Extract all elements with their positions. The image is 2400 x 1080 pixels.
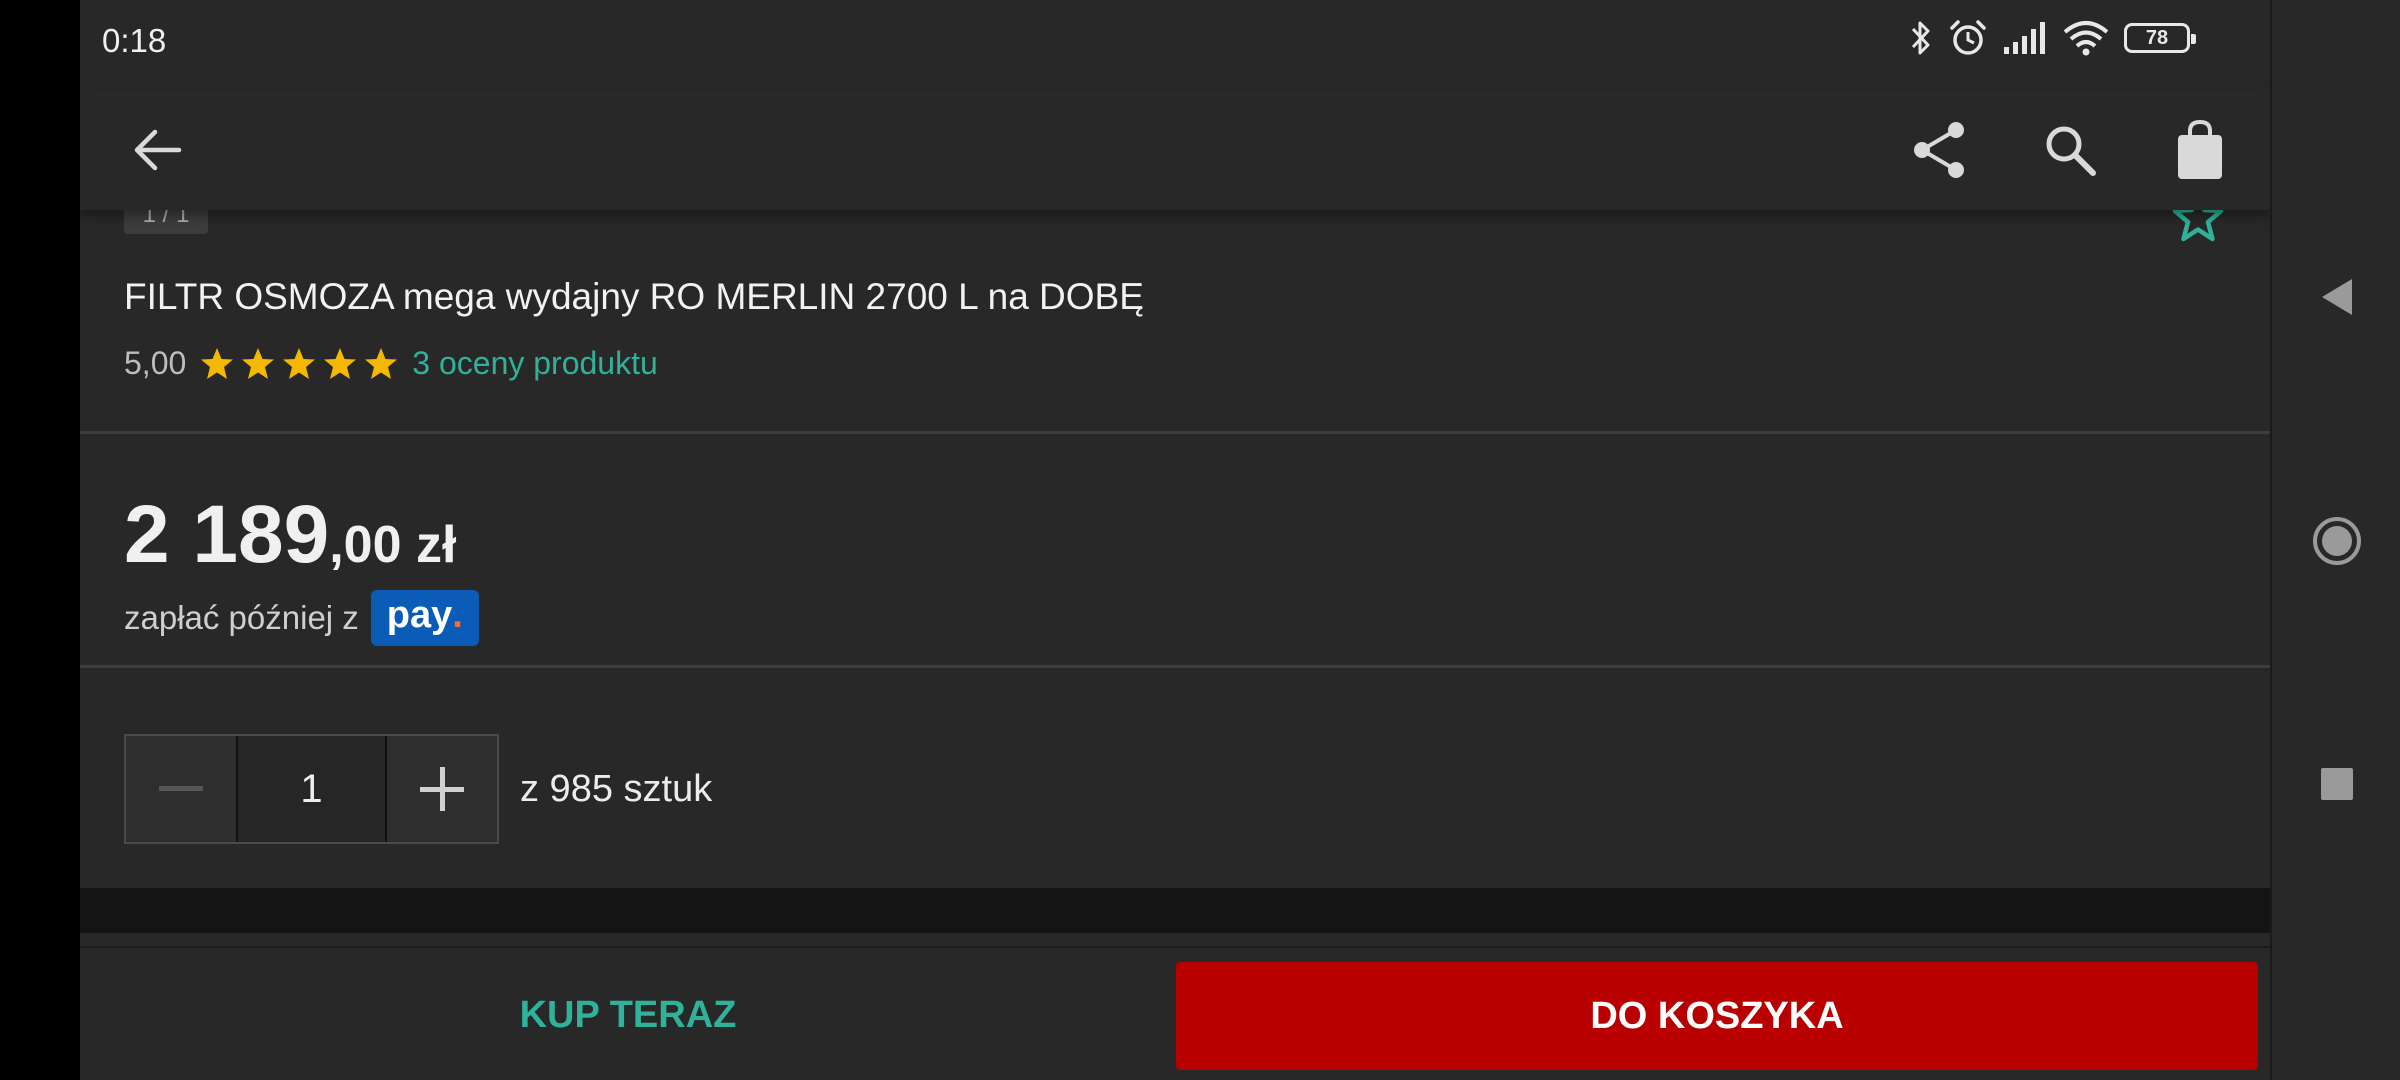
add-to-cart-button[interactable]: DO KOSZYKA xyxy=(1176,962,2258,1070)
back-button[interactable] xyxy=(126,118,190,182)
home-circle-icon xyxy=(2313,517,2361,565)
system-recents-button[interactable] xyxy=(2272,766,2400,802)
back-arrow-icon xyxy=(134,129,182,171)
pay-logo-dot: . xyxy=(452,593,463,636)
divider xyxy=(80,431,2270,434)
toolbar-actions xyxy=(1906,116,2234,184)
minus-icon xyxy=(159,786,203,791)
product-title: FILTR OSMOZA mega wydajny RO MERLIN 2700… xyxy=(124,276,1144,317)
buy-now-button[interactable]: KUP TERAZ xyxy=(80,948,1176,1080)
price: 2 189,00 zł xyxy=(124,488,456,582)
back-triangle-icon xyxy=(2322,279,2352,315)
wifi-icon xyxy=(2063,21,2109,56)
rating-stars xyxy=(200,347,398,381)
battery-icon: 78 xyxy=(2124,23,2196,53)
share-icon xyxy=(1914,122,1964,178)
increase-quantity-button[interactable] xyxy=(387,736,497,842)
rating-value: 5,00 xyxy=(124,345,187,381)
shopping-bag-icon xyxy=(2178,119,2222,179)
status-time: 0:18 xyxy=(102,22,167,59)
screen-edge xyxy=(0,0,80,1080)
app-window: 0:18 78 1 / 1 FILTR OSMOZA mega wydajny … xyxy=(80,0,2270,1080)
rating-star-icon xyxy=(242,347,275,379)
system-home-button[interactable] xyxy=(2272,515,2400,567)
decrease-quantity-button[interactable] xyxy=(126,736,236,842)
price-integer: 2 189 xyxy=(124,489,330,580)
search-button[interactable] xyxy=(2036,116,2104,184)
rating-star-icon xyxy=(324,347,357,379)
divider xyxy=(80,665,2270,668)
quantity-stepper: 1 xyxy=(124,734,499,844)
section-separator xyxy=(80,888,2270,933)
battery-level: 78 xyxy=(2145,26,2169,49)
system-navigation-bar xyxy=(2270,0,2400,1080)
cart-button[interactable] xyxy=(2166,116,2234,184)
status-icons: 78 xyxy=(1908,18,2196,58)
reviews-link[interactable]: 3 oceny produktu xyxy=(412,345,658,382)
pay-later-text: zapłać później z xyxy=(124,599,359,636)
stock-count: z 985 sztuk xyxy=(520,768,713,810)
alarm-icon xyxy=(1950,20,1986,55)
signal-icon xyxy=(2004,22,2045,54)
recents-square-icon xyxy=(2321,768,2353,800)
price-decimal: ,00 zł xyxy=(329,516,457,574)
share-button[interactable] xyxy=(1906,116,1974,184)
system-back-button[interactable] xyxy=(2272,276,2400,318)
pay-logo: pay. xyxy=(370,590,479,646)
pay-logo-text: pay xyxy=(386,593,453,636)
rating-star-icon xyxy=(283,347,316,379)
pay-later-row[interactable]: zapłać później z pay. xyxy=(124,590,479,646)
search-icon xyxy=(2046,126,2096,176)
rating-star-icon xyxy=(365,347,398,379)
quantity-input[interactable]: 1 xyxy=(236,736,387,842)
bluetooth-icon xyxy=(1911,21,1930,55)
plus-icon xyxy=(420,767,464,811)
rating-star-icon xyxy=(201,347,234,379)
top-toolbar xyxy=(80,90,2270,210)
rating-row: 5,00 3 oceny produktu xyxy=(124,345,658,382)
bottom-action-bar: KUP TERAZ DO KOSZYKA xyxy=(80,946,2270,1080)
